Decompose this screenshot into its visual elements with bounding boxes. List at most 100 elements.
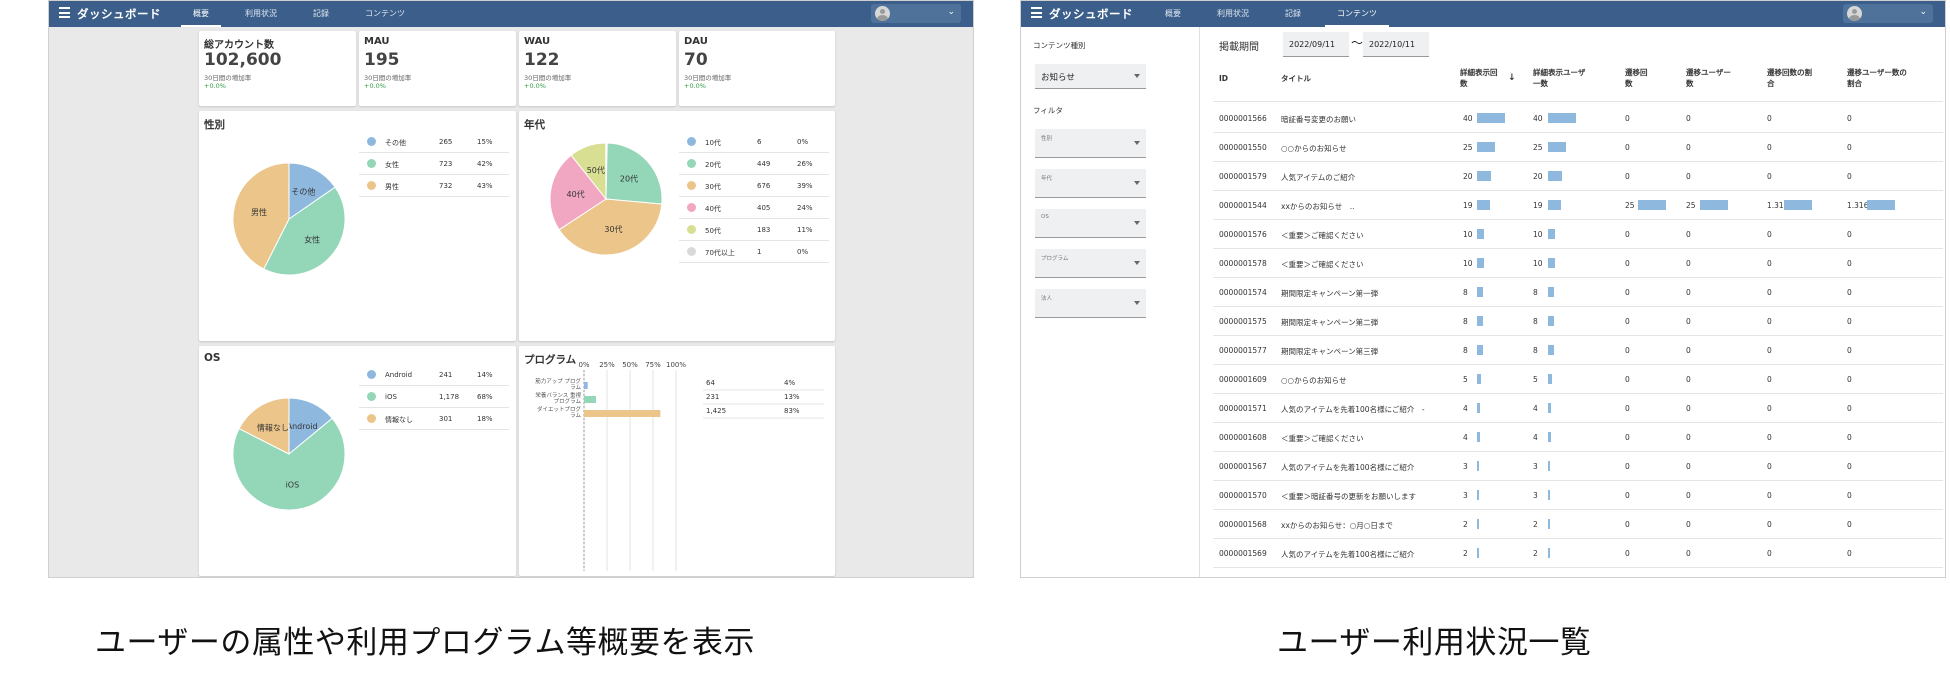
cell-transition-rate: 0 <box>1767 549 1772 558</box>
column-header[interactable]: ID <box>1219 73 1228 84</box>
user-menu[interactable]: ⌄ <box>871 4 961 23</box>
legend-count: 265 <box>439 138 453 146</box>
cell-id: 0000001566 <box>1219 114 1267 123</box>
views-bar <box>1477 432 1480 442</box>
nav-tab[interactable]: コンテンツ <box>1325 1 1389 27</box>
cell-users: 10 <box>1533 230 1543 239</box>
user-avatar-icon <box>1847 6 1862 21</box>
row-divider <box>1213 451 1943 452</box>
users-bar <box>1548 287 1554 297</box>
cell-title: 期間限定キャンペーン第三弾 <box>1281 347 1379 356</box>
stat-value: 122 <box>524 50 560 70</box>
cell-users: 3 <box>1533 462 1538 471</box>
filter-label: プログラム <box>1041 256 1069 262</box>
cell-title: 人気のアイテムを先着100名様にご紹介 <box>1281 463 1415 472</box>
legend-dot-icon <box>367 159 376 168</box>
stat-label: 総アカウント数 <box>204 40 274 51</box>
column-header-line: タイトル <box>1281 74 1311 83</box>
user-rate-bar <box>1867 200 1895 210</box>
column-header[interactable]: タイトル <box>1281 73 1311 84</box>
legend-row: Android 241 14% <box>359 364 509 386</box>
cell-views: 40 <box>1463 114 1473 123</box>
period-label: 掲載期間 <box>1219 42 1259 53</box>
nav-tab[interactable]: コンテンツ <box>353 1 417 27</box>
filter-select[interactable]: 法人 <box>1035 289 1146 318</box>
legend-dot-icon <box>367 414 376 423</box>
chevron-down-icon: ⌄ <box>1919 7 1927 17</box>
column-header-line: 遷移回数の割 <box>1767 68 1812 77</box>
legend-count: 449 <box>757 160 771 168</box>
hamburger-menu-icon[interactable] <box>59 7 70 19</box>
nav-tab[interactable]: 利用状況 <box>1205 1 1261 27</box>
dropdown-caret-icon <box>1134 181 1140 185</box>
filter-select[interactable]: 年代 <box>1035 169 1146 198</box>
column-header-line: 遷移回 <box>1625 68 1648 77</box>
nav-tab[interactable]: 記録 <box>301 1 341 27</box>
cell-user-rate: 0 <box>1847 346 1852 355</box>
views-bar <box>1477 374 1481 384</box>
column-header[interactable]: 遷移回数の割合 <box>1767 67 1812 89</box>
cell-transition-rate: 0 <box>1767 520 1772 529</box>
cell-id: 0000001574 <box>1219 288 1267 297</box>
stat-change: +0.0% <box>524 82 546 90</box>
cell-views: 2 <box>1463 520 1468 529</box>
users-bar <box>1548 345 1554 355</box>
users-bar <box>1548 142 1566 152</box>
app-brand: ダッシュボード <box>1049 7 1133 21</box>
cell-id: 0000001575 <box>1219 317 1267 326</box>
content-type-select[interactable]: お知らせ <box>1035 64 1146 89</box>
filter-label: 年代 <box>1041 176 1053 182</box>
column-header-line: ID <box>1219 74 1229 83</box>
cell-title: xxからのお知らせ .. <box>1281 202 1355 211</box>
filter-label: 性別 <box>1041 136 1053 142</box>
date-to-input[interactable]: 2022/10/11 <box>1363 32 1429 57</box>
cell-user-rate: 0 <box>1847 259 1852 268</box>
top-app-bar: ダッシュボード 概要 利用状況 記録 コンテンツ ⌄ <box>49 1 973 27</box>
dropdown-caret-icon <box>1134 74 1140 78</box>
filter-select[interactable]: プログラム <box>1035 249 1146 278</box>
legend-pct: 0% <box>797 138 809 146</box>
column-header[interactable]: 詳細表示ユーザ 一数 <box>1533 67 1585 89</box>
filter-select[interactable]: OS <box>1035 209 1146 238</box>
views-bar <box>1477 113 1505 123</box>
column-header[interactable]: 遷移ユーザー数 <box>1686 67 1731 89</box>
cell-transitions: 0 <box>1625 520 1630 529</box>
cell-users: 5 <box>1533 375 1538 384</box>
users-bar <box>1548 171 1562 181</box>
sort-desc-icon[interactable]: ↓ <box>1508 73 1516 84</box>
legend-name: 情報なし <box>385 416 413 424</box>
cell-users: 40 <box>1533 114 1543 123</box>
legend-row: 男性 732 43% <box>359 175 509 197</box>
cell-user-rate: 1.316 <box>1847 201 1869 210</box>
cell-transition-rate: 0 <box>1767 288 1772 297</box>
date-from-input[interactable]: 2022/09/11 <box>1283 32 1349 57</box>
legend-count: 183 <box>757 226 771 234</box>
sidebar-divider <box>1199 27 1200 577</box>
nav-tab[interactable]: 概要 <box>1153 1 1193 27</box>
nav-tab[interactable]: 記録 <box>1273 1 1313 27</box>
slice-label: 40代 <box>566 189 584 199</box>
app-brand: ダッシュボード <box>77 7 161 21</box>
filter-select[interactable]: 性別 <box>1035 129 1146 158</box>
dropdown-caret-icon <box>1134 301 1140 305</box>
users-bar <box>1548 374 1552 384</box>
user-menu[interactable]: ⌄ <box>1843 4 1933 23</box>
column-header[interactable]: 遷移回数 <box>1625 67 1648 89</box>
stat-value: 195 <box>364 50 400 70</box>
column-header[interactable]: 遷移ユーザー数の 割合 <box>1847 67 1907 89</box>
hamburger-menu-icon[interactable] <box>1031 7 1042 19</box>
stat-card: MAU 195 30日間の増加率 +0.0% <box>359 31 516 106</box>
cell-user-rate: 0 <box>1847 491 1852 500</box>
stat-card: WAU 122 30日間の増加率 +0.0% <box>519 31 676 106</box>
column-header[interactable]: 詳細表示回数 <box>1460 67 1498 89</box>
nav-tab[interactable]: 概要 <box>181 1 221 27</box>
column-header-line: 合 <box>1767 79 1775 88</box>
program-pct: 13% <box>784 393 800 401</box>
legend-name: 40代 <box>705 205 721 213</box>
cell-views: 3 <box>1463 491 1468 500</box>
dropdown-caret-icon <box>1134 141 1140 145</box>
legend-name: iOS <box>385 393 397 401</box>
nav-tab[interactable]: 利用状況 <box>233 1 289 27</box>
legend-name: 50代 <box>705 227 721 235</box>
legend-count: 1 <box>757 248 762 256</box>
